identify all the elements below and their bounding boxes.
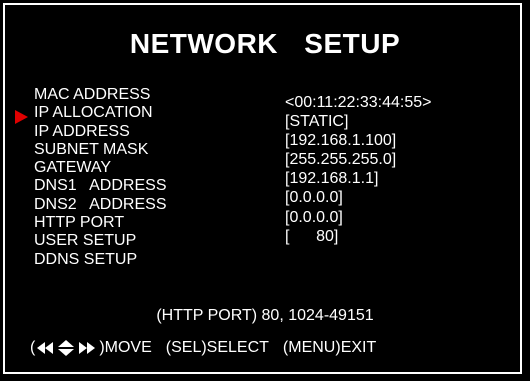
menu-item-user-setup[interactable]: USER SETUP	[34, 232, 166, 250]
direction-arrows-icon	[37, 338, 97, 358]
mac-address-value: <00:11:22:33:44:55>	[285, 94, 432, 111]
menu-values: <00:11:22:33:44:55> [STATIC] [192.168.1.…	[285, 93, 432, 246]
dns2-address-value[interactable]: [0.0.0.0]	[285, 208, 432, 227]
http-port-value[interactable]: [ 80]	[285, 227, 432, 246]
legend-select: (SEL)SELECT	[165, 339, 269, 356]
menu-item-ip-address[interactable]: IP ADDRESS	[34, 123, 166, 141]
menu-item-gateway[interactable]: GATEWAY	[34, 159, 166, 177]
menu-item-mac-address[interactable]: MAC ADDRESS	[34, 86, 166, 104]
selection-cursor-icon	[15, 110, 28, 124]
port-range-hint: (HTTP PORT) 80, 1024-49151	[156, 307, 374, 324]
menu-item-dns2-address[interactable]: DNS2 ADDRESS	[34, 196, 166, 214]
menu-item-ip-allocation[interactable]: IP ALLOCATION	[34, 104, 166, 122]
menu-item-http-port[interactable]: HTTP PORT	[34, 214, 166, 232]
menu-item-ddns-setup[interactable]: DDNS SETUP	[34, 251, 166, 269]
menu-item-subnet-mask[interactable]: SUBNET MASK	[34, 141, 166, 159]
legend-open-paren: (	[30, 339, 36, 356]
control-legend: ( )MOVE (SEL)SELECT (MENU)EXIT	[30, 338, 376, 358]
gateway-value[interactable]: [192.168.1.1]	[285, 169, 432, 188]
menu-labels: MAC ADDRESS IP ALLOCATION IP ADDRESS SUB…	[34, 86, 166, 269]
ip-allocation-value[interactable]: [STATIC]	[285, 112, 432, 131]
menu-item-dns1-address[interactable]: DNS1 ADDRESS	[34, 177, 166, 195]
legend-exit: (MENU)EXIT	[282, 339, 377, 356]
ip-address-value[interactable]: [192.168.1.100]	[285, 131, 432, 150]
subnet-mask-value[interactable]: [255.255.255.0]	[285, 150, 432, 169]
dns1-address-value[interactable]: [0.0.0.0]	[285, 188, 432, 207]
legend-move: )MOVE	[99, 339, 152, 356]
page-title: NETWORK SETUP	[129, 28, 401, 59]
